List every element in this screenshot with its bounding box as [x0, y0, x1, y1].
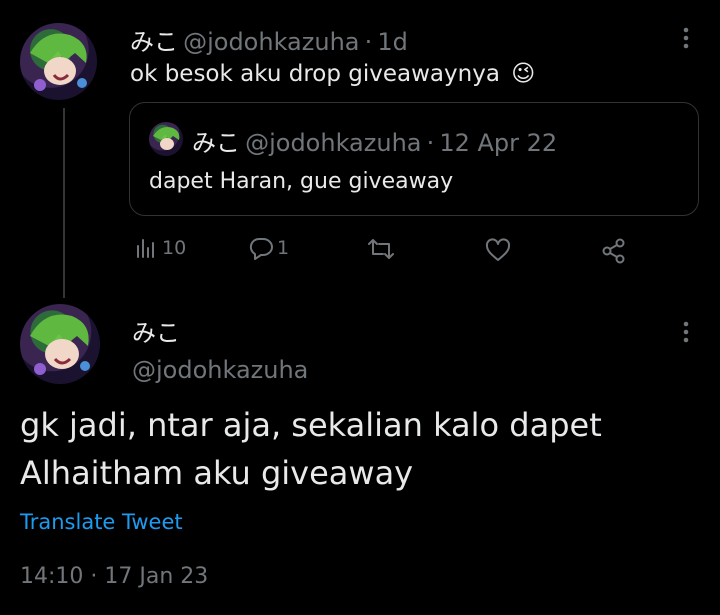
- more-options-icon[interactable]: [676, 318, 696, 346]
- separator: ·: [426, 129, 435, 157]
- tweet-text-line: Alhaitham aku giveaway: [20, 454, 414, 492]
- quoted-avatar: [149, 122, 183, 156]
- avatar[interactable]: [20, 304, 100, 384]
- display-name[interactable]: みこ: [130, 28, 178, 56]
- views-count: 10: [162, 237, 187, 259]
- tweet-text-line: gk jadi, ntar aja, sekalian kalo dapet: [20, 406, 602, 444]
- like-button[interactable]: [484, 237, 512, 263]
- quoted-text: dapet Haran, gue giveaway: [149, 169, 454, 194]
- tweet-time[interactable]: 1d: [377, 28, 408, 56]
- more-options-icon[interactable]: [676, 24, 696, 52]
- quoted-handle: @jodohkazuha: [245, 129, 422, 157]
- tweet-text: gk jadi, ntar aja, sekalian kalo dapet A…: [20, 401, 602, 497]
- share-icon: [602, 238, 625, 264]
- heart-icon: [485, 238, 511, 261]
- reply-icon: [249, 237, 273, 260]
- avatar[interactable]: [20, 23, 97, 100]
- tweet-text-row: ok besok aku drop giveawaynya 😉: [130, 61, 535, 87]
- handle[interactable]: @jodohkazuha: [183, 28, 359, 56]
- retweet-icon: [368, 239, 394, 259]
- share-button[interactable]: [601, 238, 627, 264]
- display-name[interactable]: みこ: [132, 313, 180, 348]
- thread-line: [63, 108, 65, 298]
- reply-button[interactable]: 1: [247, 236, 289, 260]
- views-button[interactable]: 10: [134, 236, 186, 260]
- quoted-date: 12 Apr 22: [439, 129, 558, 157]
- tweet-text: ok besok aku drop giveawaynya: [130, 61, 500, 87]
- retweet-button[interactable]: [366, 236, 396, 262]
- tweet-header: みこ @jodohkazuha · 1d: [130, 22, 408, 57]
- translate-tweet-link[interactable]: Translate Tweet: [20, 510, 183, 534]
- separator: ·: [364, 28, 373, 56]
- reply-count: 1: [277, 237, 290, 259]
- analytics-icon: [137, 239, 154, 258]
- quoted-header: みこ @jodohkazuha · 12 Apr 22: [192, 123, 557, 158]
- tweet-timestamp[interactable]: 14:10 · 17 Jan 23: [20, 564, 208, 589]
- handle[interactable]: @jodohkazuha: [132, 356, 308, 384]
- quoted-display-name: みこ: [192, 129, 240, 157]
- quoted-tweet[interactable]: みこ @jodohkazuha · 12 Apr 22 dapet Haran,…: [129, 102, 699, 216]
- wink-emoji: 😉: [511, 61, 536, 87]
